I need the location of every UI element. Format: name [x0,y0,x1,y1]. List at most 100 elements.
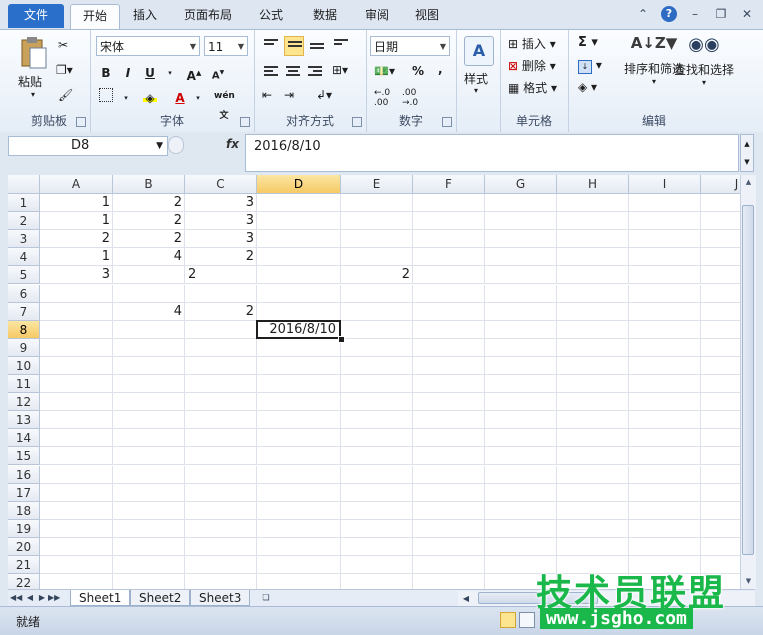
grid-cell[interactable] [485,284,557,303]
grid-cell[interactable] [701,321,740,339]
grid-cell[interactable] [557,338,629,357]
cell-value[interactable]: 2 [185,248,257,266]
tab-item-5[interactable]: 数据 [300,4,350,28]
grid-cell[interactable] [341,212,413,231]
cell-value[interactable]: 2 [185,266,257,284]
grid-cell[interactable] [257,375,341,394]
grid-cell[interactable] [701,339,740,357]
align-top-icon[interactable] [264,39,278,51]
grid-cell[interactable] [341,465,413,484]
row-header[interactable]: 6 [8,284,40,303]
grid-cell[interactable] [557,356,629,375]
tab-item-1[interactable]: 开始 [70,4,120,31]
grid-cell[interactable] [557,393,629,412]
grid-cell[interactable] [413,411,485,430]
last-sheet-icon[interactable]: ▶▶ [48,592,60,604]
grid-cell[interactable] [185,465,257,484]
align-middle-button[interactable] [284,36,304,56]
close-icon[interactable]: ✕ [739,6,755,22]
format-cells-button[interactable]: ▦ 格式 ▾ [508,79,557,96]
horizontal-scroll-thumb[interactable] [478,592,598,604]
paste-button[interactable]: 粘贴 ▾ [18,36,48,99]
grid-cell[interactable] [40,393,113,412]
grid-cell[interactable] [113,447,185,466]
tab-item-3[interactable]: 页面布局 [172,4,244,28]
group-styles[interactable]: A 样式 ▾ [456,30,501,132]
grid-cell[interactable] [485,356,557,375]
sheet-tab[interactable]: Sheet2 [130,590,191,606]
grid-cell[interactable] [113,393,185,412]
alignment-launcher-icon[interactable] [352,117,362,127]
row-header[interactable]: 19 [8,519,40,538]
grid-cell[interactable] [113,519,185,538]
minimize-icon[interactable]: – [687,6,703,22]
normal-view-icon[interactable] [500,612,516,628]
merge-center-icon[interactable]: ⊞▾ [332,63,348,77]
grid-cell[interactable] [40,465,113,484]
grid-cell[interactable] [113,574,185,589]
grid-cell[interactable] [557,537,629,556]
grid-cell[interactable] [185,393,257,412]
wrap-text-icon[interactable]: ↲▾ [316,88,332,102]
grid-cell[interactable] [629,248,701,267]
grid-cell[interactable] [485,230,557,249]
grid-cell[interactable] [485,266,557,285]
align-left-icon[interactable] [264,66,278,78]
row-header[interactable]: 11 [8,375,40,394]
column-header[interactable]: C [185,175,257,194]
grid-cell[interactable] [557,212,629,231]
grid-cell[interactable] [557,447,629,466]
grid-cell[interactable] [629,338,701,357]
grid-cell[interactable] [485,519,557,538]
grid-cell[interactable] [485,483,557,502]
insert-sheet-icon[interactable]: ❏ [258,592,274,604]
grid-cell[interactable] [113,320,185,339]
grid-cell[interactable] [485,393,557,412]
grid-cell[interactable] [413,284,485,303]
grid-cell[interactable] [413,320,485,339]
row-header[interactable]: 3 [8,230,40,249]
grid-cell[interactable] [40,356,113,375]
grid-cell[interactable] [701,212,740,231]
grow-font-button[interactable]: A▲ [184,63,204,83]
grid-cell[interactable] [257,483,341,502]
grid-cell[interactable] [485,537,557,556]
grid-cell[interactable] [40,284,113,303]
column-header[interactable]: A [40,175,113,194]
underline-button[interactable]: U [140,63,160,83]
grid-cell[interactable] [701,411,740,430]
grid-cell[interactable] [113,338,185,357]
grid-cell[interactable] [629,429,701,448]
cut-icon[interactable]: ✂ [58,38,68,52]
align-bottom-icon[interactable] [310,43,324,55]
grid-cell[interactable] [413,338,485,357]
grid-cell[interactable] [341,501,413,520]
row-header[interactable]: 1 [8,194,40,213]
grid-cell[interactable] [413,248,485,267]
grid-cell[interactable] [557,194,629,213]
grid-cell[interactable] [701,194,740,213]
grid-cell[interactable] [629,393,701,412]
grid-cell[interactable] [413,375,485,394]
grid-cell[interactable] [485,411,557,430]
grid-cell[interactable] [629,230,701,249]
grid-cell[interactable] [557,230,629,249]
grid-cell[interactable] [413,356,485,375]
grid-cell[interactable] [629,483,701,502]
font-launcher-icon[interactable] [240,117,250,127]
grid-cell[interactable] [485,212,557,231]
grid-cell[interactable] [413,194,485,213]
grid-cell[interactable] [185,284,257,303]
grid-cell[interactable] [485,338,557,357]
grid-cell[interactable] [413,302,485,321]
grid-cell[interactable] [341,356,413,375]
grid-cell[interactable] [185,356,257,375]
number-format-combo[interactable]: 日期 ▼ [370,36,450,56]
grid-cell[interactable] [629,356,701,375]
grid-cell[interactable] [701,303,740,321]
row-header[interactable]: 4 [8,248,40,267]
autosum-button[interactable]: Σ ▾ [578,35,598,50]
grid-cell[interactable] [185,537,257,556]
cell-value[interactable]: 2 [40,230,113,248]
grid-cell[interactable] [557,284,629,303]
